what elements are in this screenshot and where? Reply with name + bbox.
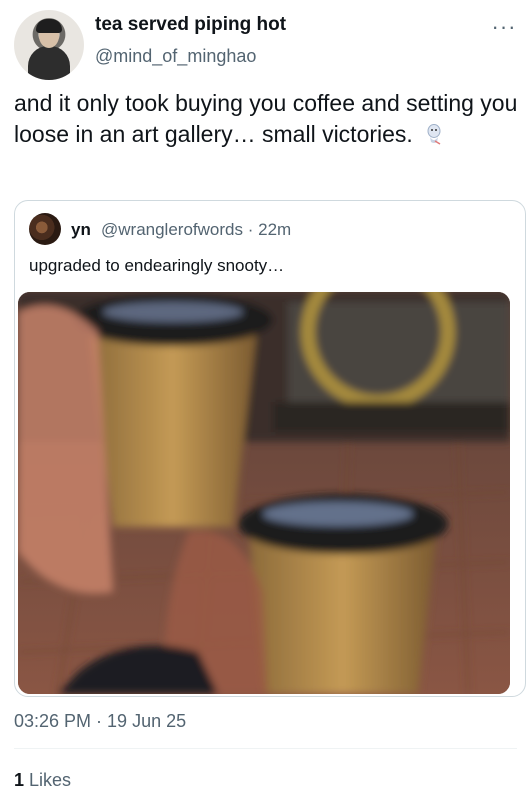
- tweet-timestamp[interactable]: 03:26 PM · 19 Jun 25: [14, 711, 186, 732]
- avatar-figure-hair: [36, 19, 62, 33]
- quoted-tweet-time[interactable]: 22m: [258, 220, 291, 239]
- quoted-author-avatar[interactable]: [29, 213, 61, 245]
- tweet-header: tea served piping hot @mind_of_minghao ·…: [14, 10, 517, 80]
- author-display-name[interactable]: tea served piping hot: [95, 14, 286, 36]
- likes-count[interactable]: 1 Likes: [14, 770, 71, 791]
- quoted-author-handle[interactable]: @wranglerofwords: [101, 220, 243, 239]
- seal-emoji-icon: [427, 124, 441, 145]
- likes-label: Likes: [29, 770, 72, 790]
- author-handle[interactable]: @mind_of_minghao: [95, 46, 256, 67]
- more-horizontal-icon[interactable]: ···: [491, 16, 517, 40]
- coffee-cups-photo: [18, 292, 510, 694]
- quoted-tweet-meta: @wranglerofwords · 22m: [101, 220, 291, 240]
- quoted-tweet[interactable]: yn @wranglerofwords · 22m upgraded to en…: [14, 200, 526, 697]
- quoted-author-display-name[interactable]: yn: [71, 220, 91, 240]
- quoted-tweet-photo[interactable]: [18, 292, 510, 694]
- tweet-body: and it only took buying you coffee and s…: [14, 88, 519, 150]
- likes-number: 1: [14, 770, 25, 790]
- avatar-figure-body: [28, 46, 70, 80]
- meta-separator: ·: [247, 220, 254, 239]
- author-avatar[interactable]: [14, 10, 84, 80]
- divider: [14, 748, 517, 749]
- quoted-tweet-text: upgraded to endearingly snooty…: [29, 256, 285, 275]
